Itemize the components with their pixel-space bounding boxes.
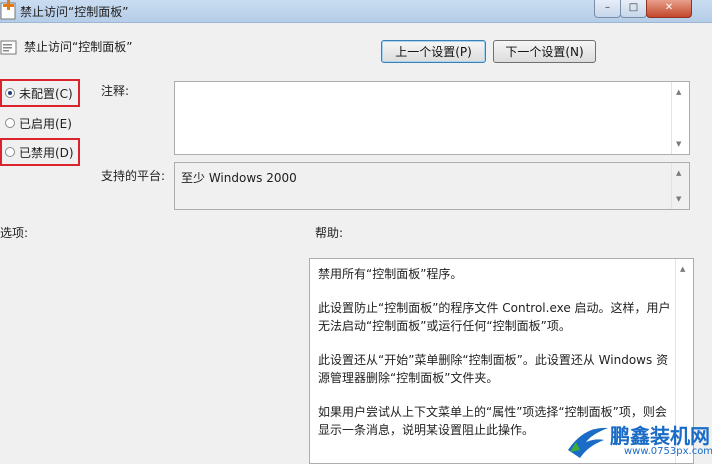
watermark-logo: 鹏鑫装机网 www.0753px.com xyxy=(566,418,712,464)
comment-textarea[interactable]: ▲ ▼ xyxy=(174,81,690,155)
platform-label: 支持的平台: xyxy=(101,169,166,183)
setting-icon xyxy=(0,40,17,55)
watermark-name: 鹏鑫装机网 xyxy=(610,424,710,448)
maximize-button[interactable]: □ xyxy=(620,0,647,18)
radio-button-icon[interactable] xyxy=(5,118,15,128)
policy-icon xyxy=(0,0,16,20)
scroll-down-icon[interactable]: ▼ xyxy=(676,195,681,203)
options-pane xyxy=(0,255,306,464)
help-paragraph: 此设置还从“开始”菜单删除“控制面板”。此设置还从 Windows 资源管理器删… xyxy=(318,353,669,385)
policy-name: 禁止访问“控制面板” xyxy=(24,40,133,54)
close-button[interactable]: ✕ xyxy=(646,0,692,18)
platform-scrollbar[interactable]: ▲ ▼ xyxy=(671,163,689,209)
platform-field: 至少 Windows 2000 ▲ ▼ xyxy=(174,162,690,210)
title-bar: 禁止访问“控制面板” – □ ✕ xyxy=(0,0,712,23)
watermark-url: www.0753px.com xyxy=(624,446,712,457)
next-setting-button[interactable]: 下一个设置(N) xyxy=(493,40,596,63)
radio-label: 已启用(E) xyxy=(19,116,72,131)
help-paragraph: 此设置防止“控制面板”的程序文件 Control.exe 启动。这样，用户无法启… xyxy=(318,301,671,333)
radio-enabled[interactable]: 已启用(E) xyxy=(5,114,72,132)
comment-scrollbar[interactable]: ▲ ▼ xyxy=(671,82,689,154)
help-paragraph: 禁用所有“控制面板”程序。 xyxy=(318,267,463,281)
highlight-box-disabled xyxy=(0,138,80,166)
scroll-up-icon[interactable]: ▲ xyxy=(676,88,681,96)
prev-setting-button[interactable]: 上一个设置(P) xyxy=(381,40,486,63)
window-title: 禁止访问“控制面板” xyxy=(20,5,129,19)
bird-logo-icon xyxy=(568,427,608,458)
minimize-button[interactable]: – xyxy=(594,0,621,18)
highlight-box-not-configured xyxy=(0,79,80,107)
scroll-up-icon[interactable]: ▲ xyxy=(676,169,681,177)
comment-label: 注释: xyxy=(101,84,130,98)
help-label: 帮助: xyxy=(315,226,344,240)
scroll-down-icon[interactable]: ▼ xyxy=(676,140,681,148)
options-label: 选项: xyxy=(0,226,29,240)
scroll-up-icon[interactable]: ▲ xyxy=(680,265,685,273)
platform-value: 至少 Windows 2000 xyxy=(181,171,297,185)
